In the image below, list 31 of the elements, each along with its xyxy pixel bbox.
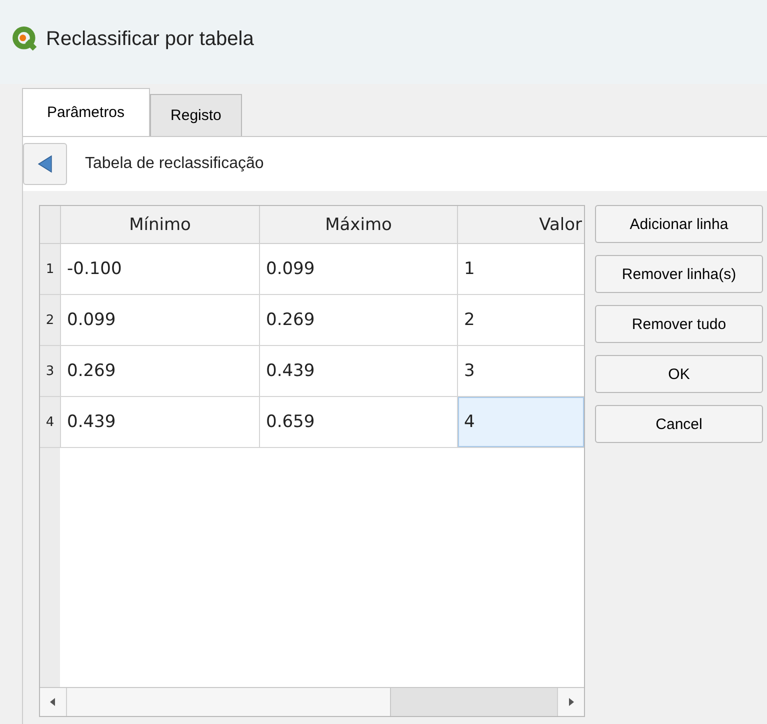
dialog-button[interactable]: Adicionar linha — [595, 205, 763, 243]
dialog-button[interactable]: Cancel — [595, 405, 763, 443]
left-triangle-icon — [37, 153, 53, 175]
horizontal-scrollbar[interactable] — [40, 687, 584, 716]
table-cell[interactable]: 0.099 — [259, 244, 457, 295]
row-number[interactable]: 4 — [40, 397, 60, 448]
table-cell[interactable]: -0.100 — [60, 244, 259, 295]
tab[interactable]: Registo — [150, 94, 242, 136]
app-logo-icon — [12, 26, 38, 52]
tab[interactable]: Parâmetros — [22, 88, 150, 136]
table-cell[interactable]: 4 — [457, 397, 584, 448]
row-number[interactable]: 3 — [40, 346, 60, 397]
window-title: Reclassificar por tabela — [46, 28, 254, 50]
table-cell[interactable]: 1 — [457, 244, 584, 295]
column-header[interactable]: Mínimo — [60, 206, 259, 244]
section-title: Tabela de reclassificação — [85, 155, 264, 173]
row-number[interactable]: 2 — [40, 295, 60, 346]
table-cell[interactable]: 0.439 — [259, 346, 457, 397]
table-cell[interactable]: 0.269 — [60, 346, 259, 397]
dialog-button[interactable]: OK — [595, 355, 763, 393]
row-number[interactable]: 1 — [40, 244, 60, 295]
table-cell[interactable]: 2 — [457, 295, 584, 346]
column-header[interactable]: Valor — [457, 206, 584, 244]
dialog-button[interactable]: Remover tudo — [595, 305, 763, 343]
table-cell[interactable]: 0.099 — [60, 295, 259, 346]
dialog-button[interactable]: Remover linha(s) — [595, 255, 763, 293]
collapse-button[interactable] — [23, 143, 67, 185]
table-cell[interactable]: 0.439 — [60, 397, 259, 448]
table-cell[interactable]: 0.269 — [259, 295, 457, 346]
scrollbar-thumb[interactable] — [390, 688, 557, 716]
column-header[interactable]: Máximo — [259, 206, 457, 244]
